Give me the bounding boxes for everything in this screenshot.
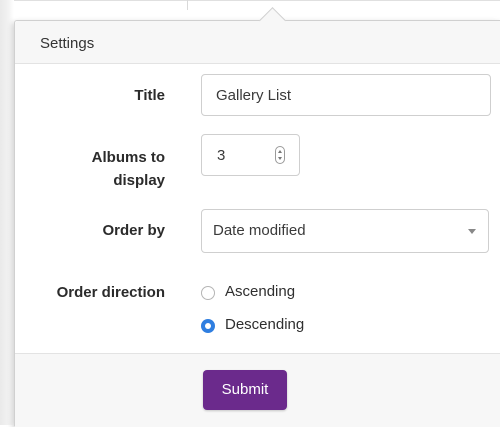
popover-header: Settings	[15, 21, 500, 64]
albums-label-line1: Albums to	[91, 149, 165, 166]
popover-title: Settings	[40, 35, 95, 52]
radio-descending[interactable]	[201, 319, 215, 333]
submit-button[interactable]: Submit	[203, 370, 287, 410]
title-label: Title	[134, 87, 165, 104]
stepper-arrows-icon[interactable]	[275, 146, 285, 164]
chevron-down-icon	[468, 229, 476, 234]
background-tab-edge	[175, 0, 188, 10]
albums-stepper-value: 3	[217, 147, 226, 164]
order-by-select[interactable]: Date modified	[201, 209, 489, 253]
order-by-label: Order by	[102, 222, 165, 239]
page-divider	[14, 0, 500, 1]
title-input[interactable]: Gallery List	[201, 74, 491, 116]
settings-popover: Settings Title Gallery List Albums to di…	[14, 7, 500, 427]
radio-ascending[interactable]	[201, 286, 215, 300]
order-by-select-value: Date modified	[213, 222, 306, 239]
albums-label-line2: display	[113, 172, 165, 189]
title-input-value: Gallery List	[216, 87, 292, 104]
order-direction-label: Order direction	[56, 284, 165, 301]
radio-descending-label[interactable]: Descending	[225, 316, 304, 333]
radio-ascending-label[interactable]: Ascending	[225, 283, 295, 300]
popover-footer: Submit	[15, 353, 500, 427]
albums-stepper[interactable]: 3	[201, 134, 300, 176]
